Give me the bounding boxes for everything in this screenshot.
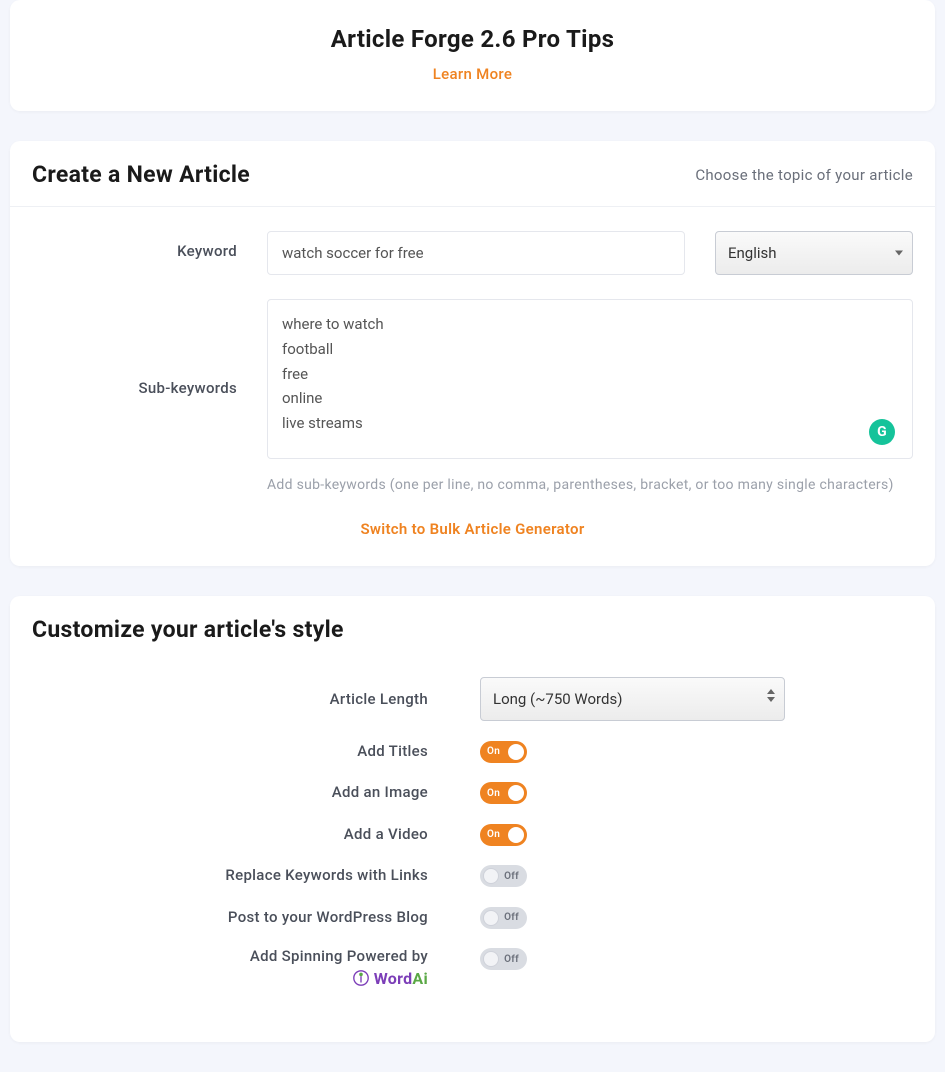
toggle-knob xyxy=(508,785,524,801)
replace-links-row: Replace Keywords with Links Off xyxy=(32,864,913,888)
add-image-toggle[interactable]: On xyxy=(480,782,527,804)
post-wordpress-row: Post to your WordPress Blog Off xyxy=(32,905,913,929)
create-subtitle: Choose the topic of your article xyxy=(695,166,913,184)
learn-more-link[interactable]: Learn More xyxy=(30,65,915,83)
style-header: Customize your article's style xyxy=(10,596,935,649)
subkeywords-controls: G Add sub-keywords (one per line, no com… xyxy=(267,299,913,496)
toggle-state: Off xyxy=(504,871,519,882)
tips-card: Article Forge 2.6 Pro Tips Learn More xyxy=(10,0,935,111)
create-header: Create a New Article Choose the topic of… xyxy=(10,141,935,207)
post-wordpress-label: Post to your WordPress Blog xyxy=(32,908,480,926)
add-titles-toggle[interactable]: On xyxy=(480,741,527,763)
customize-style-card: Customize your article's style Article L… xyxy=(10,596,935,1042)
bulk-generator-link[interactable]: Switch to Bulk Article Generator xyxy=(32,520,913,538)
add-titles-row: Add Titles On xyxy=(32,739,913,763)
add-spinning-label-col: Add Spinning Powered by WordAi xyxy=(32,947,480,988)
add-video-row: Add a Video On xyxy=(32,822,913,846)
replace-links-toggle[interactable]: Off xyxy=(480,865,527,887)
create-title: Create a New Article xyxy=(32,161,250,188)
toggle-knob xyxy=(483,910,499,926)
keyword-label: Keyword xyxy=(32,231,267,260)
add-video-toggle[interactable]: On xyxy=(480,824,527,846)
keyword-input[interactable] xyxy=(267,231,685,275)
wordai-logo: WordAi xyxy=(352,969,428,988)
subkeywords-helper: Add sub-keywords (one per line, no comma… xyxy=(267,475,894,496)
language-select[interactable]: English xyxy=(715,231,913,275)
article-length-row: Article Length Long (~750 Words) xyxy=(32,677,913,721)
toggle-state: Off xyxy=(504,912,519,923)
toggle-state: Off xyxy=(504,954,519,965)
add-image-label: Add an Image xyxy=(32,783,480,801)
toggle-state: On xyxy=(487,788,500,799)
create-article-card: Create a New Article Choose the topic of… xyxy=(10,141,935,566)
add-spinning-row: Add Spinning Powered by WordAi Off xyxy=(32,947,913,988)
add-video-label: Add a Video xyxy=(32,825,480,843)
keyword-controls: English xyxy=(267,231,913,275)
toggle-state: On xyxy=(487,746,500,757)
toggle-knob xyxy=(508,744,524,760)
style-form: Article Length Long (~750 Words) Add Tit… xyxy=(10,649,935,1042)
replace-links-label: Replace Keywords with Links xyxy=(32,866,480,884)
toggle-state: On xyxy=(487,829,500,840)
keyword-row: Keyword English xyxy=(32,231,913,275)
tips-title: Article Forge 2.6 Pro Tips xyxy=(30,25,915,53)
add-spinning-label: Add Spinning Powered by xyxy=(250,947,428,965)
post-wordpress-toggle[interactable]: Off xyxy=(480,907,527,929)
add-spinning-toggle[interactable]: Off xyxy=(480,948,527,970)
subkeywords-row: Sub-keywords G Add sub-keywords (one per… xyxy=(32,299,913,496)
wordai-icon xyxy=(352,969,370,987)
toggle-knob xyxy=(508,827,524,843)
toggle-knob xyxy=(483,951,499,967)
article-length-control: Long (~750 Words) xyxy=(480,677,913,721)
subkeywords-input[interactable] xyxy=(267,299,913,459)
article-length-label: Article Length xyxy=(32,690,480,708)
add-image-row: Add an Image On xyxy=(32,781,913,805)
wordai-text: WordAi xyxy=(374,969,428,988)
subkeywords-label: Sub-keywords xyxy=(32,299,267,496)
create-form: Keyword English Sub-keywords G Add sub-k… xyxy=(10,207,935,566)
style-title: Customize your article's style xyxy=(32,616,344,643)
toggle-knob xyxy=(483,868,499,884)
article-length-select[interactable]: Long (~750 Words) xyxy=(480,677,785,721)
add-titles-label: Add Titles xyxy=(32,742,480,760)
language-select-wrap: English xyxy=(715,231,913,275)
grammarly-icon[interactable]: G xyxy=(869,419,895,445)
